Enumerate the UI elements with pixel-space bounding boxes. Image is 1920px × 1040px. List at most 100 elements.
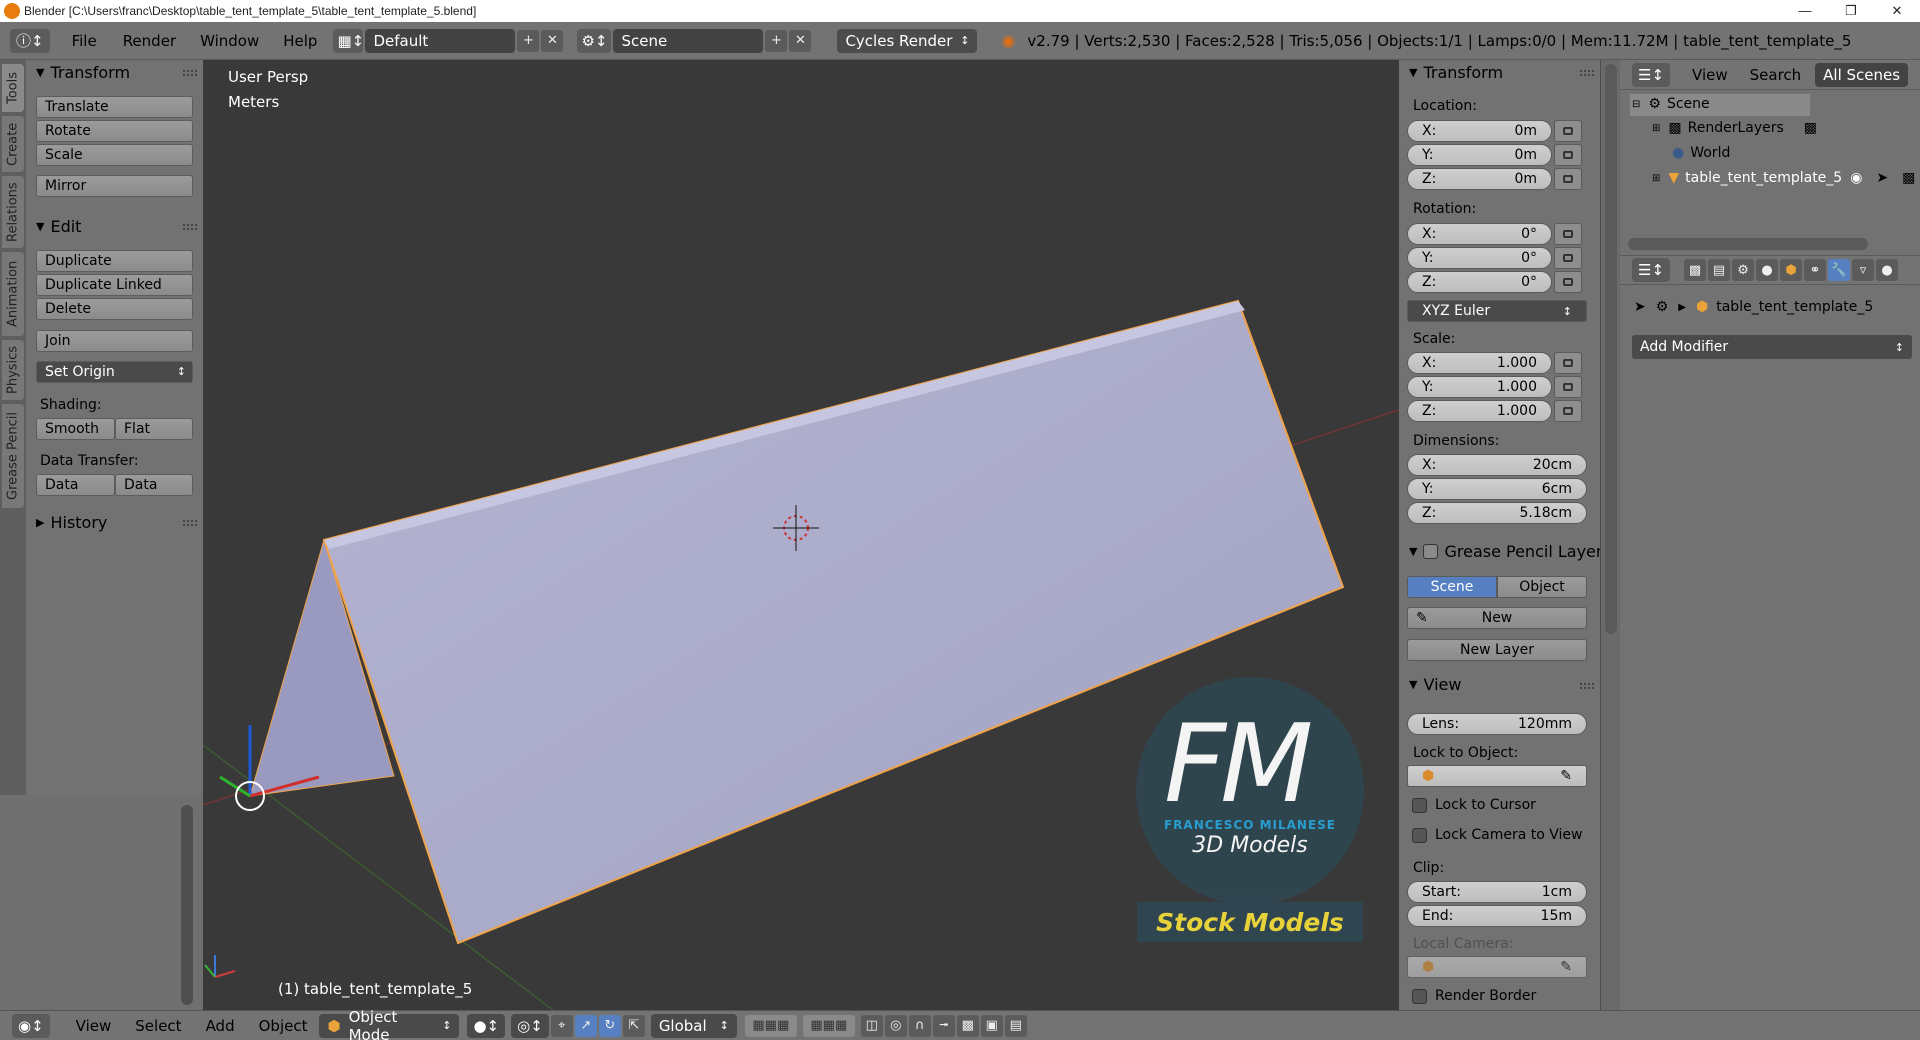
menu-object[interactable]: Object bbox=[259, 1017, 308, 1035]
rotate-button[interactable]: Rotate bbox=[36, 120, 193, 142]
tab-tools[interactable]: Tools bbox=[2, 64, 24, 112]
drag-grip-icon[interactable] bbox=[183, 224, 197, 230]
outliner-item-object[interactable]: ⊞ ▼ table_tent_template_5 ◉ ➤ ▩ bbox=[1652, 170, 1915, 186]
lock-icon[interactable] bbox=[1554, 144, 1582, 166]
outliner-tab-view[interactable]: View bbox=[1692, 66, 1728, 84]
mirror-button[interactable]: Mirror bbox=[36, 175, 193, 197]
local-camera-field[interactable]: ⬢ ✎ bbox=[1407, 956, 1587, 978]
outliner-item-world[interactable]: ● World bbox=[1672, 145, 1730, 161]
proportional-edit-icon[interactable]: ◎ bbox=[884, 1014, 907, 1037]
render-animation-icon[interactable]: ▤ bbox=[1004, 1014, 1027, 1037]
outliner-item-scene[interactable]: ⊟ ⚙ Scene bbox=[1632, 96, 1710, 112]
translate-button[interactable]: Translate bbox=[36, 96, 193, 118]
render-preview-icon[interactable]: ▣ bbox=[980, 1014, 1003, 1037]
editor-type-3d-icon[interactable]: ◉↕ bbox=[12, 1013, 50, 1038]
layout-grid-icon[interactable]: ▦↕ bbox=[333, 28, 364, 53]
lock-icon[interactable] bbox=[1554, 376, 1582, 398]
flat-button[interactable]: Flat bbox=[115, 418, 193, 440]
grease-pencil-checkbox[interactable] bbox=[1423, 544, 1439, 559]
modifiers-tab-icon[interactable]: 🔧 bbox=[1828, 259, 1851, 281]
pin-icon[interactable]: ➤ bbox=[1634, 299, 1646, 315]
outliner-editor-icon[interactable]: ☰↕ bbox=[1632, 62, 1671, 87]
drag-grip-icon[interactable] bbox=[183, 70, 197, 76]
gp-object-button[interactable]: Object bbox=[1497, 576, 1587, 598]
menu-render[interactable]: Render bbox=[123, 32, 176, 50]
data-layout-button[interactable]: Data Layo bbox=[115, 474, 193, 496]
npanel-scrollbar[interactable] bbox=[1605, 64, 1617, 634]
object-tab-icon[interactable]: ⬢ bbox=[1780, 259, 1803, 281]
mode-select[interactable]: ⬢ Object Mode ↕ bbox=[319, 1008, 460, 1040]
cursor-select-icon[interactable]: ➤ bbox=[1876, 170, 1888, 186]
scale-z-field[interactable]: Z: 1.000 bbox=[1407, 400, 1552, 422]
operator-scrollbar[interactable] bbox=[181, 805, 193, 1005]
camera-render-icon[interactable]: ▩ bbox=[1902, 170, 1915, 186]
add-layout-icon[interactable]: + bbox=[517, 29, 540, 52]
join-button[interactable]: Join bbox=[36, 330, 193, 352]
gp-scene-button[interactable]: Scene bbox=[1407, 576, 1497, 598]
data-button[interactable]: Data bbox=[36, 474, 115, 496]
layers-grid-icon[interactable]: ▦▦▦ bbox=[744, 1014, 797, 1037]
location-z-field[interactable]: Z: 0m bbox=[1407, 168, 1552, 190]
lock-icon[interactable] bbox=[1554, 271, 1582, 293]
properties-editor-icon[interactable]: ☰↕ bbox=[1632, 258, 1671, 282]
maximize-icon[interactable]: ❐ bbox=[1828, 0, 1874, 22]
scale-y-field[interactable]: Y: 1.000 bbox=[1407, 376, 1552, 398]
smooth-button[interactable]: Smooth bbox=[36, 418, 115, 440]
duplicate-linked-button[interactable]: Duplicate Linked bbox=[36, 274, 193, 296]
lock-camera-checkbox[interactable] bbox=[1412, 828, 1427, 843]
scene-select[interactable]: Scene bbox=[613, 28, 764, 53]
set-origin-select[interactable]: Set Origin ↕ bbox=[36, 361, 193, 383]
renderlayers-tab-icon[interactable]: ▤ bbox=[1708, 259, 1731, 281]
edit-panel-header[interactable]: ▼ Edit bbox=[36, 217, 81, 236]
location-y-field[interactable]: Y: 0m bbox=[1407, 144, 1552, 166]
render-engine-select[interactable]: Cycles Render ↕ bbox=[837, 28, 978, 53]
minimize-icon[interactable]: — bbox=[1782, 0, 1828, 22]
close-icon[interactable]: ✕ bbox=[1874, 0, 1920, 22]
menu-help[interactable]: Help bbox=[283, 32, 317, 50]
menu-select[interactable]: Select bbox=[135, 1017, 181, 1035]
scale-manipulator-icon[interactable]: ⇱ bbox=[622, 1014, 645, 1037]
world-tab-icon[interactable]: ● bbox=[1756, 259, 1779, 281]
rotate-manipulator-icon[interactable]: ↻ bbox=[598, 1014, 621, 1037]
editor-type-info-icon[interactable]: ⓘ↕ bbox=[10, 28, 50, 53]
lock-icon[interactable] bbox=[1554, 352, 1582, 374]
rotation-x-field[interactable]: X: 0° bbox=[1407, 223, 1552, 245]
clip-start-field[interactable]: Start: 1cm bbox=[1407, 881, 1587, 903]
menu-window[interactable]: Window bbox=[200, 32, 259, 50]
drag-grip-icon[interactable] bbox=[183, 520, 197, 526]
pivot-point-icon[interactable]: ◎↕ bbox=[511, 1013, 549, 1038]
snap-target-icon[interactable]: ▩ bbox=[956, 1014, 979, 1037]
dimensions-z-field[interactable]: Z: 5.18cm bbox=[1407, 502, 1587, 524]
data-tab-icon[interactable]: ▿ bbox=[1852, 259, 1875, 281]
scene-tab-icon[interactable]: ⚙ bbox=[1732, 259, 1755, 281]
add-modifier-select[interactable]: Add Modifier ↕ bbox=[1632, 335, 1912, 359]
remove-scene-icon[interactable]: ✕ bbox=[789, 29, 812, 52]
lock-icon[interactable] bbox=[1554, 400, 1582, 422]
orientation-select[interactable]: Global ↕ bbox=[650, 1013, 737, 1038]
delete-button[interactable]: Delete bbox=[36, 298, 193, 320]
rotation-z-field[interactable]: Z: 0° bbox=[1407, 271, 1552, 293]
material-tab-icon[interactable]: ● bbox=[1876, 259, 1899, 281]
menu-view[interactable]: View bbox=[76, 1017, 112, 1035]
scale-button[interactable]: Scale bbox=[36, 144, 193, 166]
menu-add[interactable]: Add bbox=[206, 1017, 235, 1035]
lock-icon[interactable] bbox=[1554, 168, 1582, 190]
transform-panel-header[interactable]: ▼ Transform bbox=[36, 63, 130, 82]
render-border-checkbox[interactable] bbox=[1412, 989, 1427, 1004]
gp-new-button[interactable]: ✎ New bbox=[1407, 607, 1587, 629]
lock-layers-icon[interactable]: ◫ bbox=[860, 1014, 883, 1037]
outliner-item-renderlayers[interactable]: ⊞ ▩ RenderLayers ▩ bbox=[1652, 120, 1817, 136]
scene-icon[interactable]: ⚙↕ bbox=[577, 28, 612, 53]
tab-grease-pencil[interactable]: Grease Pencil bbox=[2, 404, 24, 508]
layout-select[interactable]: Default bbox=[365, 28, 516, 53]
viewport-shading-icon[interactable]: ●↕ bbox=[467, 1013, 506, 1038]
scale-x-field[interactable]: X: 1.000 bbox=[1407, 352, 1552, 374]
dimensions-x-field[interactable]: X: 20cm bbox=[1407, 454, 1587, 476]
lock-icon[interactable] bbox=[1554, 120, 1582, 142]
tab-relations[interactable]: Relations bbox=[2, 176, 24, 248]
location-x-field[interactable]: X: 0m bbox=[1407, 120, 1552, 142]
lock-icon[interactable] bbox=[1554, 223, 1582, 245]
layers-grid-icon[interactable]: ▦▦▦ bbox=[802, 1014, 855, 1037]
lens-field[interactable]: Lens: 120mm bbox=[1407, 713, 1587, 735]
lock-object-field[interactable]: ⬢ ✎ bbox=[1407, 765, 1587, 787]
